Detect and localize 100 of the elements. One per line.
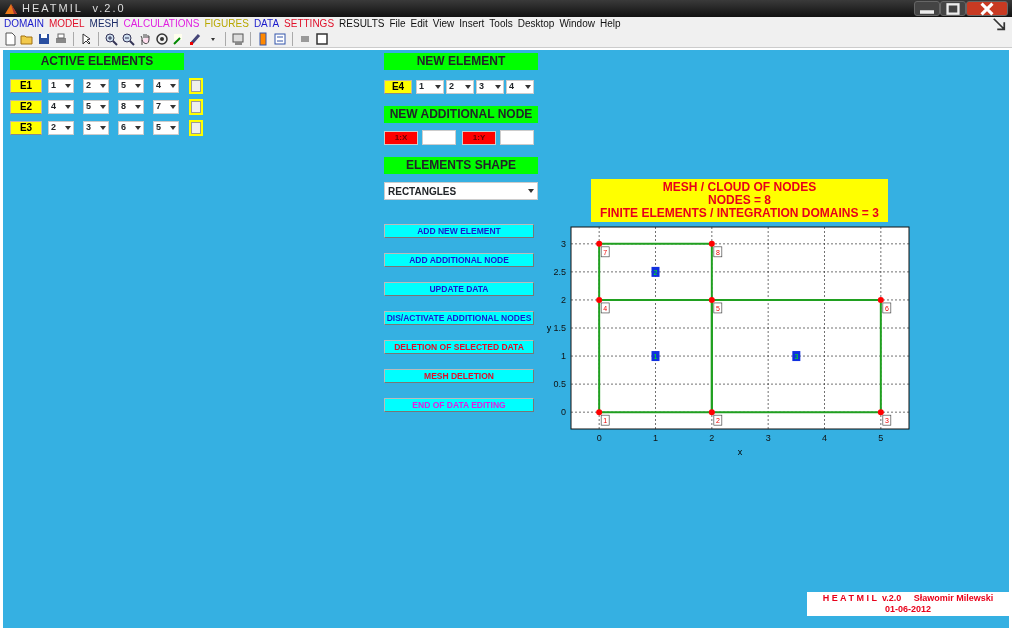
close-icon [980, 1, 994, 16]
minimize-button[interactable] [914, 1, 940, 16]
caret-icon [100, 84, 106, 88]
y-coordinate-field[interactable] [500, 130, 534, 145]
y-tick-label: 2.5 [553, 266, 566, 277]
rotate-icon[interactable] [155, 31, 169, 46]
node-dropdown[interactable]: 1 [48, 79, 74, 93]
menu-item[interactable]: Tools [489, 16, 513, 31]
dock-arrow-icon[interactable] [992, 16, 1006, 31]
menu-item[interactable]: DOMAIN [4, 16, 44, 31]
menu-item[interactable]: Insert [459, 16, 485, 31]
hand-icon[interactable] [138, 31, 152, 46]
y-tick-label: 0.5 [553, 379, 566, 390]
action-button[interactable]: UPDATE DATA [384, 282, 534, 296]
node-dropdown[interactable]: 5 [153, 121, 179, 135]
caret-icon [135, 126, 141, 130]
menu-item[interactable]: Help [599, 16, 621, 31]
menu-item[interactable]: RESULTS [339, 16, 385, 31]
caret-icon [465, 85, 471, 89]
section-header: ELEMENTS SHAPE [384, 157, 538, 174]
action-button[interactable]: DIS/ACTIVATE ADDITIONAL NODES [384, 311, 534, 325]
plot-title: MESH / CLOUD OF NODES NODES = 8 FINITE ELEMENTS / INTEGRATION DOMAINS = 3 [591, 179, 888, 222]
y-tick-label: 0 [561, 407, 566, 418]
caret-icon [65, 84, 71, 88]
element-checkbox[interactable] [191, 122, 201, 134]
caret-icon [170, 84, 176, 88]
dock-figure-icon[interactable] [315, 31, 329, 46]
x-tick-label: 5 [878, 433, 884, 443]
x-tick-label: 2 [709, 433, 715, 443]
node-dropdown[interactable]: 2 [446, 80, 474, 94]
node-dropdown[interactable]: 2 [48, 121, 74, 135]
menu-item[interactable]: Edit [410, 16, 428, 31]
node-dropdown[interactable]: 3 [476, 80, 504, 94]
section-header: ACTIVE ELEMENTS [10, 53, 184, 70]
menu-item[interactable]: View [432, 16, 455, 31]
caret-icon [65, 105, 71, 109]
action-button[interactable]: ADD NEW ELEMENT [384, 224, 534, 238]
pointer-icon[interactable] [79, 31, 93, 46]
shape-dropdown[interactable]: RECTANGLES [384, 182, 538, 200]
y-tick-label: 3 [561, 238, 566, 249]
x-tick-label: 4 [822, 433, 827, 443]
zoom-out-icon[interactable] [121, 31, 135, 46]
menu-item[interactable]: Desktop [517, 16, 555, 31]
caret-icon [495, 85, 501, 89]
y-tick-label: 2 [561, 294, 566, 305]
node-dropdown[interactable]: 7 [153, 100, 179, 114]
x-tick-label: 1 [653, 433, 658, 443]
y-tick-label: 1.5 [553, 323, 566, 333]
section-header: NEW ADDITIONAL NODE [384, 106, 538, 123]
action-button[interactable]: DELETION OF SELECTED DATA [384, 340, 534, 354]
node-dropdown[interactable]: 1 [416, 80, 444, 94]
x-axis-label: x [737, 447, 743, 457]
element-checkbox[interactable] [191, 80, 201, 92]
caret-icon [100, 105, 106, 109]
y-tick-label: 1 [561, 351, 566, 362]
caret-icon [170, 126, 176, 130]
node-dropdown[interactable]: 2 [83, 79, 109, 93]
menu-item[interactable]: Window [559, 16, 595, 31]
node-dropdown[interactable]: 5 [118, 79, 144, 93]
element-checkbox[interactable] [191, 101, 201, 113]
node-dropdown[interactable]: 5 [83, 100, 109, 114]
node-dropdown[interactable]: 6 [118, 121, 144, 135]
element-button[interactable]: E2 [10, 100, 42, 114]
element-button[interactable]: E3 [10, 121, 42, 135]
maximize-button[interactable] [940, 1, 966, 16]
legend-icon[interactable] [273, 31, 287, 46]
x-tick-label: 3 [765, 433, 771, 443]
menu-item[interactable]: File [389, 16, 406, 31]
save-icon[interactable] [37, 31, 51, 46]
close-button[interactable] [966, 1, 1008, 16]
element-button[interactable]: E1 [10, 79, 42, 93]
print-preview-icon[interactable] [231, 31, 245, 46]
action-button[interactable]: MESH DELETION [384, 369, 534, 383]
menu-item[interactable]: SETTINGS [284, 16, 335, 31]
menu-item[interactable]: MODEL [49, 16, 85, 31]
zoom-in-icon[interactable] [104, 31, 118, 46]
caret-icon [435, 85, 441, 89]
maximize-icon [946, 1, 960, 16]
node-dropdown[interactable]: 4 [506, 80, 534, 94]
credit-text: H E A T M I L v.2.0 Sławomir Milewski 01-06-2012 [807, 592, 1009, 616]
node-dropdown[interactable]: 4 [153, 79, 179, 93]
caret-icon [528, 189, 534, 193]
window-title: HEATMIL v.2.0 [22, 1, 126, 17]
menu-item[interactable]: DATA [253, 16, 280, 31]
x-tick-label: 0 [596, 433, 602, 443]
brush-icon[interactable] [189, 31, 203, 46]
x-coordinate-field[interactable] [422, 130, 456, 145]
node-dropdown[interactable]: 8 [118, 100, 144, 114]
caret-icon [525, 85, 531, 89]
node-dropdown[interactable]: 3 [83, 121, 109, 135]
node-dropdown[interactable]: 4 [48, 100, 74, 114]
action-button[interactable]: ADD ADDITIONAL NODE [384, 253, 534, 267]
colorbar-icon[interactable] [256, 31, 270, 46]
caret-icon [135, 84, 141, 88]
element-button[interactable]: E4 [384, 80, 412, 94]
print-icon[interactable] [54, 31, 68, 46]
menu-item[interactable]: MESH [89, 16, 119, 31]
new-file-icon[interactable] [3, 31, 17, 46]
caret-icon [65, 126, 71, 130]
caret-icon [100, 126, 106, 130]
